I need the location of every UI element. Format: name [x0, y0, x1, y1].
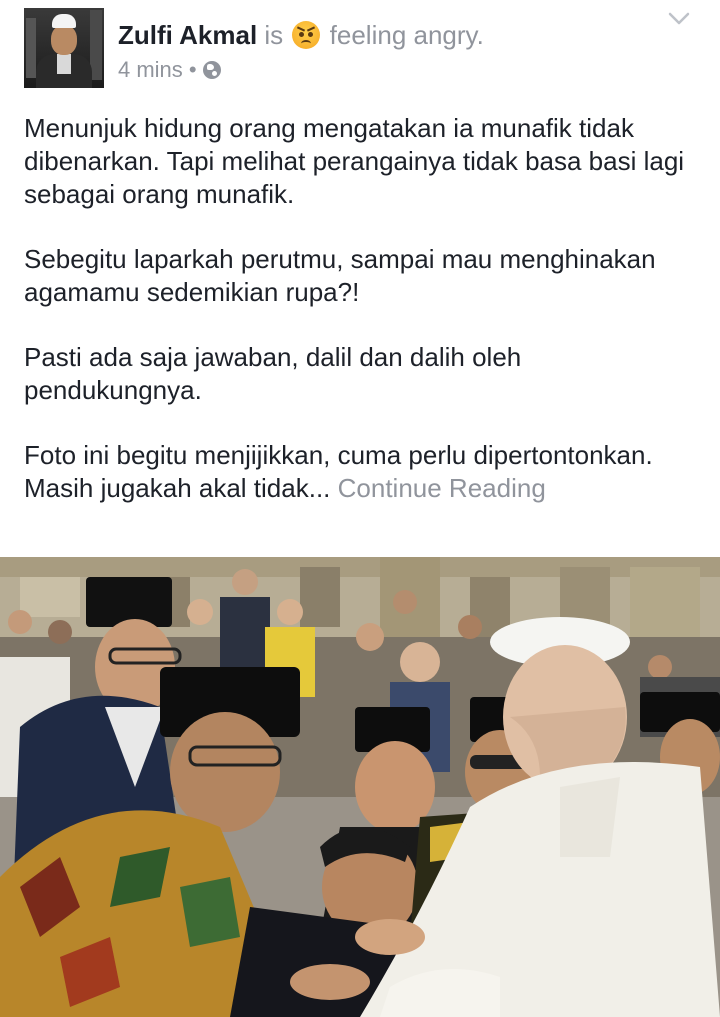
post-body: Menunjuk hidung orang mengatakan ia muna…	[24, 112, 704, 505]
post-photo[interactable]	[0, 557, 720, 1017]
post-photo-image	[0, 557, 720, 1017]
continue-reading-link[interactable]: Continue Reading	[338, 473, 546, 503]
post-paragraph-last: Foto ini begitu menjijikkan, cuma perlu …	[24, 439, 704, 505]
is-word: is	[264, 20, 284, 50]
author-name[interactable]: Zulfi Akmal	[118, 20, 257, 50]
feeling-text[interactable]: feeling angry.	[330, 20, 484, 50]
post-paragraph: Sebegitu laparkah perutmu, sampai mau me…	[24, 244, 656, 307]
globe-icon[interactable]	[202, 61, 221, 79]
post-header: Zulfi Akmal is feeling angry. 4 mins •	[0, 0, 720, 100]
angry-emoji-icon	[292, 21, 321, 49]
chevron-down-icon[interactable]	[668, 12, 690, 26]
meta-separator: •	[188, 57, 197, 82]
post-timestamp[interactable]: 4 mins	[118, 57, 183, 82]
post-paragraph: Menunjuk hidung orang mengatakan ia muna…	[24, 113, 685, 209]
post-meta: 4 mins •	[118, 56, 221, 84]
post-title-line: Zulfi Akmal is feeling angry.	[118, 18, 484, 52]
post-paragraph: Pasti ada saja jawaban, dalil dan dalih …	[24, 342, 522, 405]
author-avatar[interactable]	[24, 8, 104, 88]
